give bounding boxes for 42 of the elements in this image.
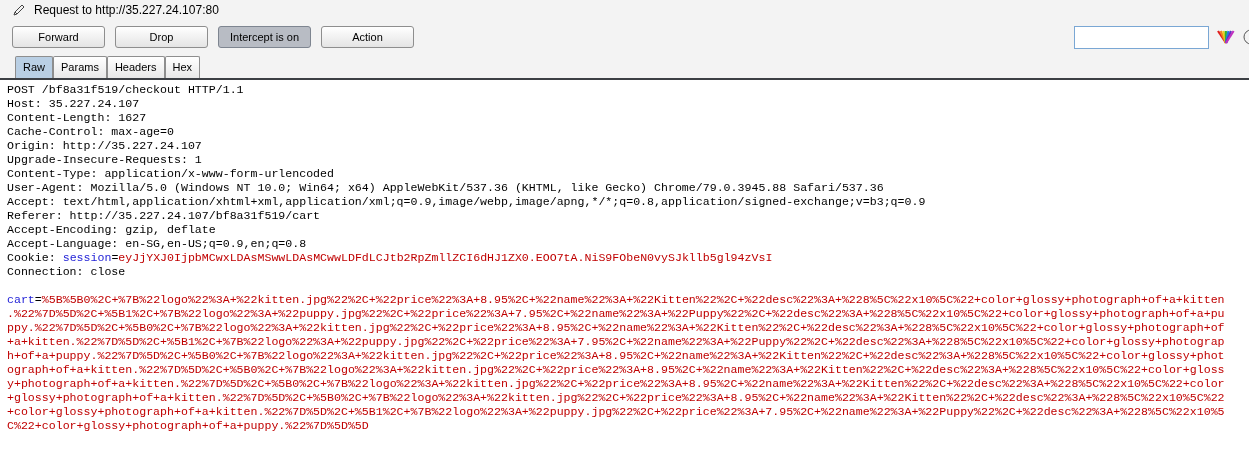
help-icon[interactable] bbox=[1243, 29, 1249, 45]
equals-sign: = bbox=[34, 293, 42, 307]
header-line: POST /bf8a31f519/checkout HTTP/1.1 bbox=[7, 83, 244, 97]
cookie-name: session bbox=[62, 251, 112, 265]
window-title: Request to http://35.227.24.107:80 bbox=[34, 2, 219, 19]
param-name: cart bbox=[7, 293, 35, 307]
param-value: h+of+a+puppy.%22%7D%5D%2C+%5B0%2C+%7B%22logo%22%3A+%22kitten.jpg%22%2C+%22price%22%3A+8.95%2C+%22name%22%3A+%22Kitten%22%2C+%22desc%22%3A+%228%5C%22x10%5C%22+color+glossy+phot bbox=[7, 349, 1225, 363]
tab[interactable]: Headers bbox=[106, 56, 165, 78]
header-line: Cache-Control: max-age=0 bbox=[7, 125, 174, 139]
equals-sign: = bbox=[111, 251, 119, 265]
param-value: ograph+of+a+kitten.%22%7D%5D%2C+%5B0%2C+%7B%22logo%22%3A+%22kitten.jpg%22%2C+%22price%22%3A+8.95%2C+%22name%22%3A+%22Kitten%22%2C+%22desc%22%3A+%228%5C%22x10%5C%22+color+gloss bbox=[7, 363, 1225, 377]
param-value: .%22%7D%5D%2C+%5B1%2C+%7B%22logo%22%3A+%22puppy.jpg%22%2C+%22price%22%3A+7.95%2C+%22name%22%3A+%22Puppy%22%2C+%22desc%22%3A+%228%5C%22x10%5C%22+color+glossy+photograph+of+a+pu bbox=[7, 307, 1225, 321]
header-line: Host: 35.227.24.107 bbox=[7, 97, 140, 111]
param-value: +glossy+photograph+of+a+kitten.%22%7D%5D%2C+%5B0%2C+%7B%22logo%22%3A+%22kitten.jpg%22%2C+%22price%22%3A+8.95%2C+%22name%22%3A+%22Kitten%22%2C+%22desc%22%3A+%228%5C%22x10%5C%22 bbox=[7, 391, 1225, 405]
header-line: Referer: http://35.227.24.107/bf8a31f519/cart bbox=[7, 209, 321, 223]
header-line: Accept-Encoding: gzip, deflate bbox=[7, 223, 216, 237]
search-field[interactable] bbox=[1074, 25, 1209, 49]
header-line: Connection: close bbox=[7, 265, 126, 279]
toolbar-button[interactable]: Intercept is on bbox=[218, 26, 311, 48]
tab[interactable]: Raw bbox=[15, 56, 53, 78]
toolbar-button[interactable]: Forward bbox=[12, 26, 105, 48]
color-wheel-icon bbox=[1216, 30, 1236, 44]
param-value: C%22+color+glossy+photograph+of+a+puppy.%22%7D%5D%5D bbox=[7, 419, 369, 433]
param-value: %5B%5B0%2C+%7B%22logo%22%3A+%22kitten.jpg%22%2C+%22price%22%3A+8.95%2C+%22name%22%3A+%22Kitten%22%2C+%22desc%22%3A+%228%5C%22x10%5C%22+color+glossy+photograph+of+a+kitten bbox=[41, 293, 1225, 307]
cookie-value: eyJjYXJ0IjpbMCwxLDAsMSwwLDAsMCwwLDFdLCJtb2RpZmllZCI6dHJ1ZX0.EOO7tA.NiS9FObeN0vySJkllb5gl94zVsI bbox=[118, 251, 773, 265]
tab[interactable]: Hex bbox=[164, 56, 201, 78]
param-value: +a+kitten.%22%7D%5D%2C+%5B1%2C+%7B%22logo%22%3A+%22puppy.jpg%22%2C+%22price%22%3A+7.95%2C+%22name%22%3A+%22Puppy%22%2C+%22desc%22%3A+%228%5C%22x10%5C%22+color+glossy+photograp bbox=[7, 335, 1225, 349]
toolbar-button[interactable]: Action bbox=[321, 26, 414, 48]
header-line: User-Agent: Mozilla/5.0 (Windows NT 10.0; Win64; x64) AppleWebKit/537.36 (KHTML, like Gecko) Chrome/79.0.3945.88 Safari/537.36 bbox=[7, 181, 884, 195]
header-line: Content-Type: application/x-www-form-urlencoded bbox=[7, 167, 334, 181]
tab[interactable]: Params bbox=[53, 56, 107, 78]
header-line: Content-Length: 1627 bbox=[7, 111, 147, 125]
param-value: y+photograph+of+a+kitten.%22%7D%5D%2C+%5B0%2C+%7B%22logo%22%3A+%22kitten.jpg%22%2C+%22price%22%3A+8.95%2C+%22name%22%3A+%22Kitten%22%2C+%22desc%22%3A+%228%5C%22x10%5C%22+color bbox=[7, 377, 1225, 391]
toolbar-button[interactable]: Drop bbox=[115, 26, 208, 48]
header-line: Accept-Language: en-SG,en-US;q=0.9,en;q=0.8 bbox=[7, 237, 307, 251]
header-line: Accept: text/html,application/xhtml+xml,application/xml;q=0.9,image/webp,image/apng,*/*;q=0.8,application/signed-exchange;v=b3;q=0.9 bbox=[7, 195, 926, 209]
param-value: ppy.%22%7D%5D%2C+%5B0%2C+%7B%22logo%22%3A+%22kitten.jpg%22%2C+%22price%22%3A+8.95%2C+%22name%22%3A+%22Kitten%22%2C+%22desc%22%3A+%228%5C%22x10%5C%22+color+glossy+photograph+of bbox=[7, 321, 1225, 335]
header-line: Upgrade-Insecure-Requests: 1 bbox=[7, 153, 202, 167]
header-line: Origin: http://35.227.24.107 bbox=[7, 139, 202, 153]
pencil-icon bbox=[12, 3, 26, 17]
param-value: +color+glossy+photograph+of+a+kitten.%22%7D%5D%2C+%5B1%2C+%7B%22logo%22%3A+%22puppy.jpg%22%2C+%22price%22%3A+7.95%2C+%22name%22%3A+%22Puppy%22%2C+%22desc%22%3A+%228%5C%22x10%5 bbox=[7, 405, 1225, 419]
header-name: Cookie: bbox=[7, 251, 57, 265]
